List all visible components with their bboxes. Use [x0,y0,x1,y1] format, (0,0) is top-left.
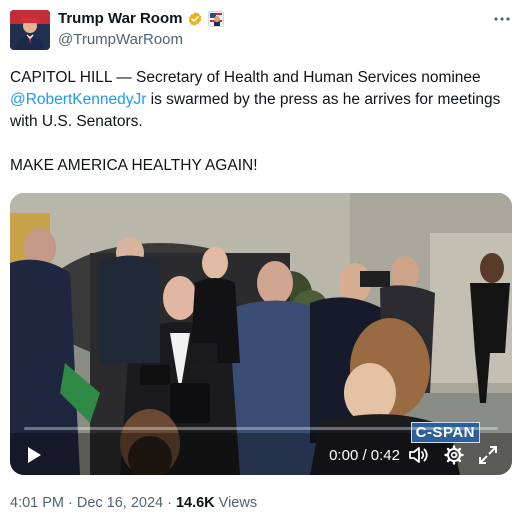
meta-separator: · [68,495,73,511]
display-name[interactable]: Trump War Room [58,10,182,27]
tweet-text-before: CAPITOL HILL — Secretary of Health and H… [10,69,485,86]
handle[interactable]: @TrumpWarRoom [58,31,183,48]
video-controls: 0:00 / 0:42 [10,435,512,475]
avatar-icon [10,10,50,50]
volume-icon[interactable] [408,445,430,465]
video-player[interactable]: C-SPAN 0:00 / 0:42 [10,193,512,475]
verified-badge-icon [189,11,202,26]
more-options-icon[interactable] [491,8,513,30]
affiliation-badge-icon[interactable] [208,10,225,27]
tweet-date[interactable]: Dec 16, 2024 [77,495,163,511]
play-icon[interactable] [24,445,44,465]
name-row: Trump War Room [58,10,225,27]
video-time: 0:00 / 0:42 [329,447,400,464]
tweet-meta: 4:01 PM · Dec 16, 2024 · 14.6K Views [10,495,257,511]
progress-bar[interactable] [24,427,498,430]
avatar[interactable] [10,10,50,50]
mention-link[interactable]: @RobertKennedyJr [10,91,146,108]
tweet-header: Trump War Room @TrumpWarRoom [10,8,513,52]
views-label: Views [218,495,258,511]
fullscreen-icon[interactable] [478,445,498,465]
tweet-time[interactable]: 4:01 PM [10,495,64,511]
settings-gear-icon[interactable] [444,445,464,465]
meta-separator-2: · [167,495,172,511]
tweet-text: CAPITOL HILL — Secretary of Health and H… [10,67,513,177]
views-count: 14.6K [175,495,215,511]
